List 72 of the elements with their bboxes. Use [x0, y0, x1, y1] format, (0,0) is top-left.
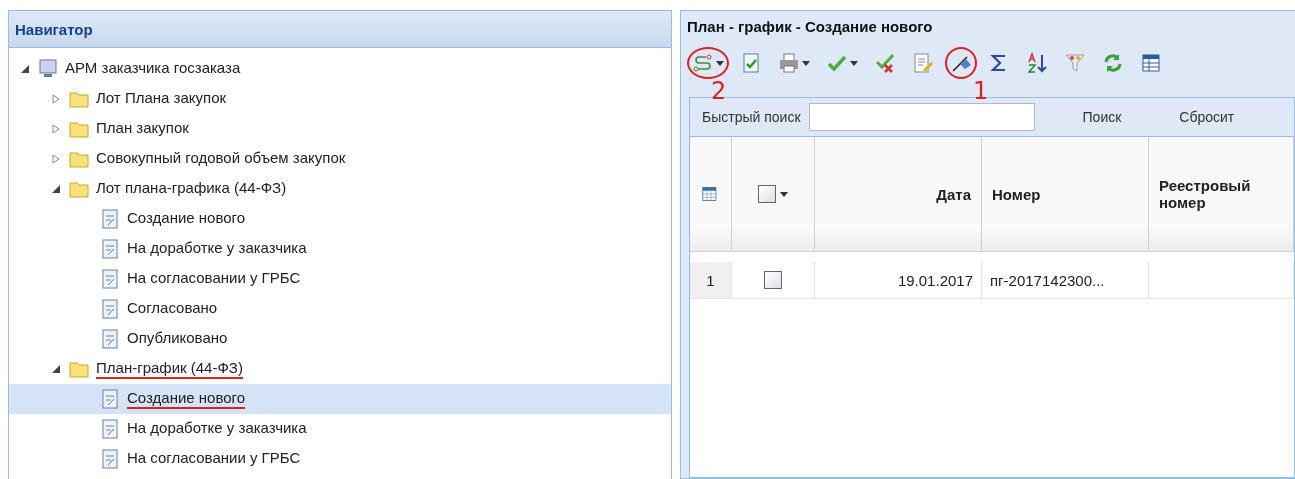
tree-item[interactable]: Совокупный годовой объем закупок [9, 144, 671, 174]
tree-label: Опубликовано [127, 329, 228, 348]
tree-label: На доработке у заказчика [127, 419, 307, 438]
collapsed-arrow-icon[interactable] [50, 94, 62, 104]
tree-label: На согласовании у ГРБС [127, 269, 301, 288]
sort-icon [1026, 52, 1048, 74]
caret-icon [780, 191, 788, 197]
caret-icon [716, 60, 724, 66]
expanded-arrow-icon[interactable] [19, 65, 31, 73]
caret-icon [802, 60, 810, 66]
computer-icon [37, 58, 59, 80]
document-icon [99, 388, 121, 410]
document-icon [99, 238, 121, 260]
tree-label: Лот плана-графика (44-ФЗ) [96, 179, 287, 198]
tree-label: АРМ заказчика госзаказа [65, 59, 241, 78]
document-icon [99, 298, 121, 320]
tree-item[interactable]: Создание нового [9, 204, 671, 234]
tree-item[interactable]: На согласовании у ГРБС [9, 444, 671, 474]
document-edit-icon [912, 52, 934, 74]
expanded-arrow-icon[interactable] [50, 185, 62, 193]
filter-icon [1064, 52, 1086, 74]
tree-label: На доработке у заказчика [127, 239, 307, 258]
check-cross-icon [874, 52, 896, 74]
document-icon [99, 268, 121, 290]
tree-item[interactable]: АРМ заказчика госзаказа [9, 54, 671, 84]
column-header[interactable]: Номер [982, 137, 1149, 252]
collapsed-arrow-icon[interactable] [50, 124, 62, 134]
checkbox[interactable] [758, 185, 776, 203]
tree-label: План закупок [96, 119, 189, 138]
tree-item[interactable]: На согласовании у ГРБС [9, 264, 671, 294]
tree-item[interactable]: Лот плана-графика (44-ФЗ) [9, 174, 671, 204]
tree-label: Лот Плана закупок [96, 89, 227, 108]
reset-button[interactable]: Сбросит [1169, 105, 1245, 129]
document-icon [99, 448, 121, 470]
tree-item[interactable]: План закупок [9, 114, 671, 144]
document-icon [99, 328, 121, 350]
route-icon [692, 52, 714, 74]
checkbox[interactable] [764, 271, 782, 289]
tree-label: Совокупный годовой объем закупок [96, 149, 346, 168]
printer-icon [778, 52, 800, 74]
table-cell: пг-2017142300... [982, 262, 1149, 299]
search-button[interactable]: Поиск [1072, 105, 1132, 129]
panel-title: План - график - Создание нового [686, 16, 934, 37]
tree-label: Создание нового [127, 209, 246, 228]
row-number: 1 [690, 262, 732, 299]
column-header[interactable]: Дата [815, 137, 982, 252]
search-label: Быстрый поиск [702, 109, 801, 125]
tree-item[interactable]: На доработке у заказчика [9, 414, 671, 444]
annotation-number: 2 [711, 77, 727, 105]
tree-item[interactable]: На доработке у заказчика [9, 234, 671, 264]
tree-item[interactable]: План-график (44-ФЗ) [9, 354, 671, 384]
panel-title: Навигатор [9, 11, 671, 48]
tree-item[interactable]: Согласовано [9, 294, 671, 324]
search-field[interactable] [808, 103, 1035, 131]
tree-label: Согласовано [127, 299, 218, 318]
caret-icon [850, 60, 858, 66]
table-icon [1140, 52, 1162, 74]
document-icon [99, 208, 121, 230]
refresh-icon [1102, 52, 1124, 74]
document-icon [99, 418, 121, 440]
document-check-icon [740, 52, 762, 74]
annotation-number: 1 [973, 77, 989, 105]
table-cell: 19.01.2017 [815, 262, 982, 299]
column-header[interactable]: Реестровый номер [1149, 137, 1294, 252]
tree-label: На согласовании у ГРБС [127, 449, 301, 468]
tree-item[interactable]: Опубликовано [9, 324, 671, 354]
tree-item[interactable]: Создание нового [9, 384, 671, 414]
expanded-arrow-icon[interactable] [50, 365, 62, 373]
tree-item[interactable]: Лот Плана закупок [9, 84, 671, 114]
collapsed-arrow-icon[interactable] [50, 154, 62, 164]
tree-label: Создание нового [127, 389, 246, 409]
tree-label: План-график (44-ФЗ) [96, 359, 243, 379]
